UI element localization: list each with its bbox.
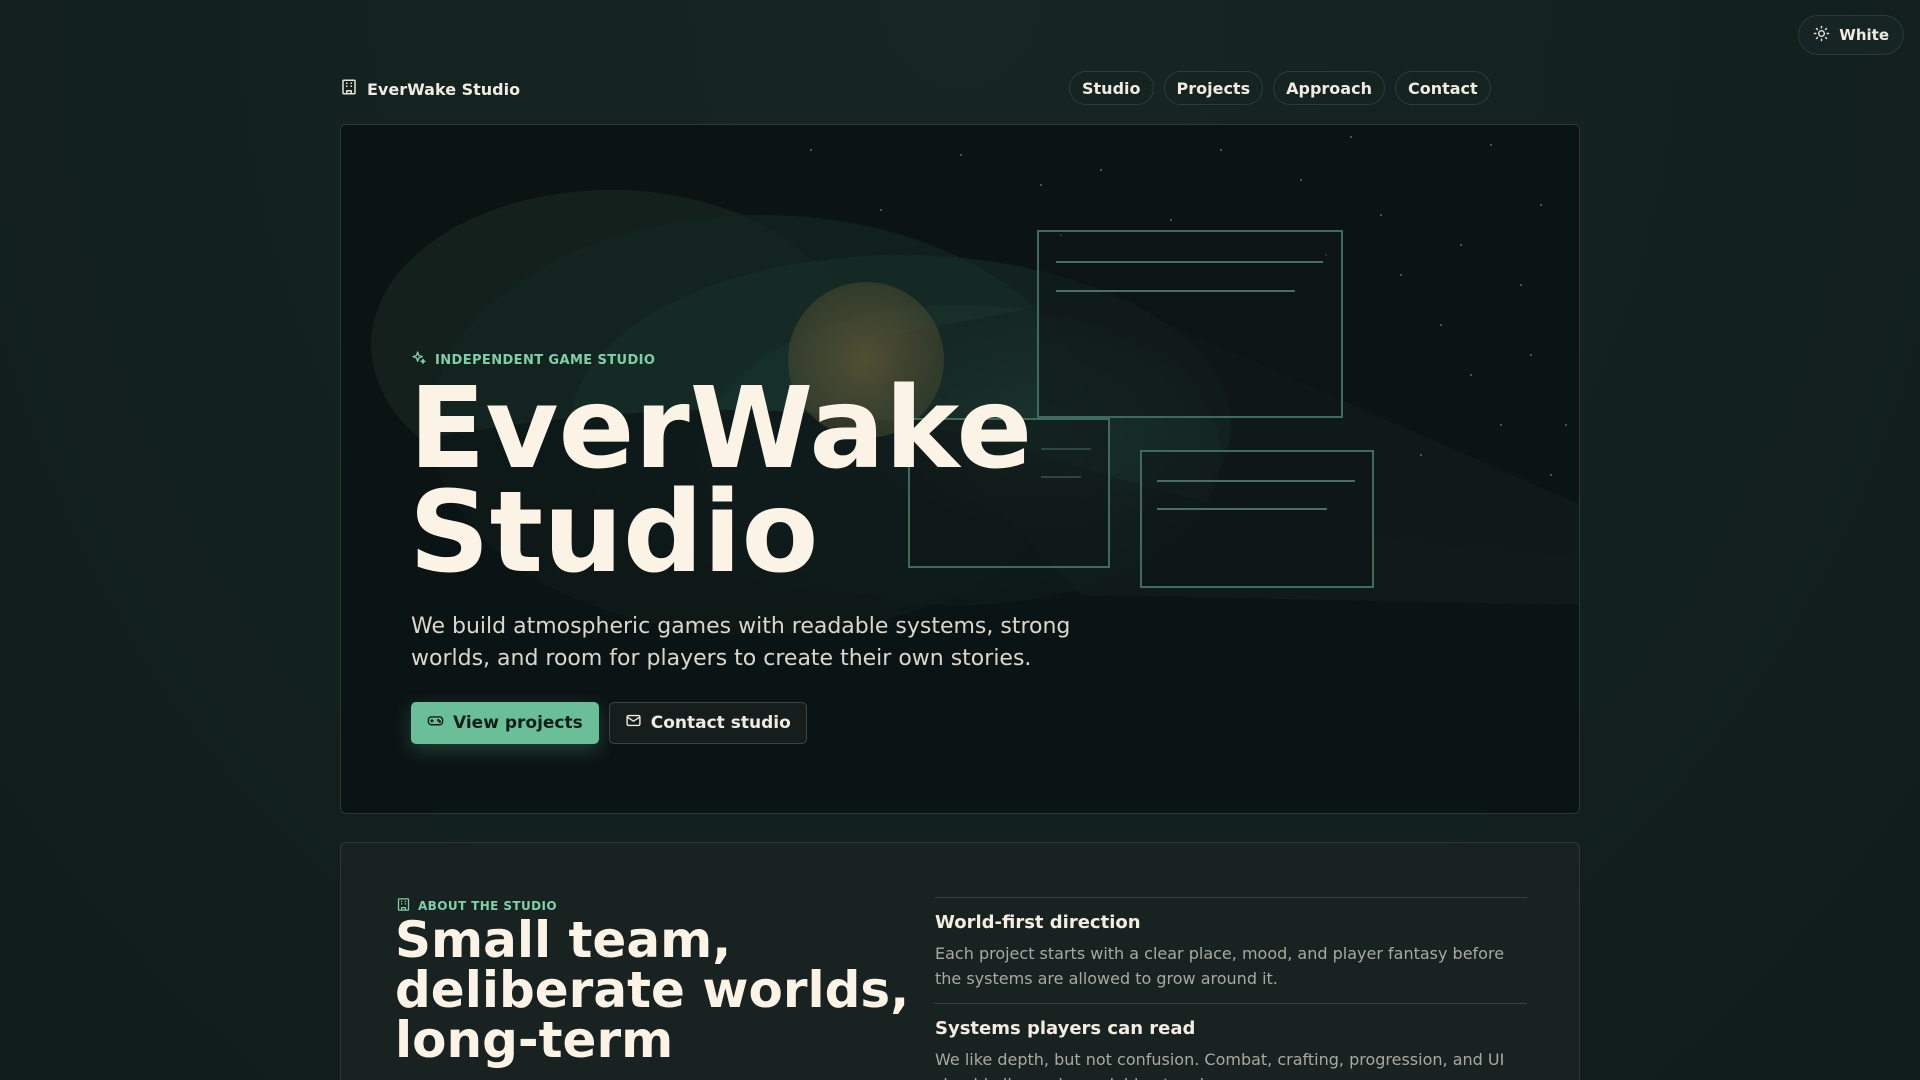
- hero-title-line-2: Studio: [409, 468, 819, 598]
- theme-toggle-label: White: [1839, 26, 1889, 44]
- theme-toggle-button[interactable]: White: [1798, 15, 1904, 55]
- building-icon: [340, 78, 358, 100]
- contact-studio-label: Contact studio: [650, 713, 791, 733]
- nav-link-approach[interactable]: Approach: [1273, 71, 1385, 105]
- nav-link-contact[interactable]: Contact: [1394, 71, 1491, 105]
- about-section: ABOUT THE STUDIO Small team, deliberate …: [340, 842, 1580, 1080]
- brand-name: EverWake Studio: [367, 79, 521, 99]
- hero-section: INDEPENDENT GAME STUDIO EverWake Studio …: [340, 124, 1580, 814]
- feature-item: Systems players can read We like depth, …: [935, 1003, 1527, 1080]
- gamepad-icon: [427, 712, 444, 734]
- hero-title: EverWake Studio: [409, 373, 1169, 589]
- feature-body: We like depth, but not confusion. Combat…: [935, 1050, 1505, 1080]
- feature-title: World-first direction: [935, 912, 1141, 933]
- feature-item: World-first direction Each project start…: [935, 897, 1527, 989]
- about-title: Small team, deliberate worlds, long-term: [395, 911, 910, 1069]
- view-projects-label: View projects: [453, 713, 583, 733]
- contact-studio-button[interactable]: Contact studio: [608, 702, 807, 744]
- nav-link-studio[interactable]: Studio: [1069, 71, 1154, 105]
- view-projects-button[interactable]: View projects: [411, 702, 599, 744]
- mail-icon: [625, 712, 642, 734]
- hero-actions: View projects Contact studio: [411, 702, 807, 744]
- hero-subtitle: We build atmospheric games with readable…: [411, 614, 1071, 671]
- nav-link-projects[interactable]: Projects: [1163, 71, 1264, 105]
- nav-links: Studio Projects Approach Contact: [1069, 71, 1491, 107]
- brand-link[interactable]: EverWake Studio: [340, 71, 520, 107]
- sun-icon: [1813, 25, 1830, 46]
- top-navigation: EverWake Studio Studio Projects Approach…: [340, 71, 1580, 107]
- feature-title: Systems players can read: [935, 1018, 1196, 1039]
- feature-list: World-first direction Each project start…: [935, 897, 1527, 1080]
- feature-body: Each project starts with a clear place, …: [935, 944, 1505, 988]
